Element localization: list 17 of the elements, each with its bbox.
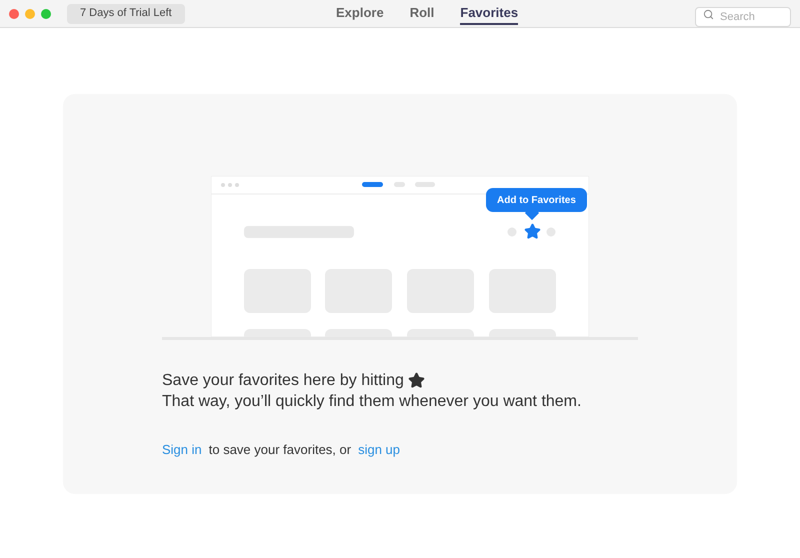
- star-icon: [408, 372, 425, 389]
- sign-up-link[interactable]: sign up: [358, 439, 400, 460]
- tooltip: Add to Favorites: [486, 188, 587, 212]
- star-icon: [524, 223, 541, 240]
- search-field[interactable]: Search: [695, 6, 791, 26]
- empty-state-text: That way, you’ll quickly find them whenever you want them.: [162, 392, 582, 412]
- minimize-icon[interactable]: [25, 8, 35, 18]
- maximize-icon[interactable]: [41, 8, 51, 18]
- sign-in-link[interactable]: Sign in: [162, 439, 202, 460]
- nav-tab[interactable]: Roll: [410, 3, 434, 25]
- close-icon[interactable]: [9, 8, 19, 18]
- nav-tab[interactable]: Favorites: [460, 3, 518, 25]
- nav-tab[interactable]: Explore: [336, 3, 384, 25]
- prompt-text: to save your favorites, or: [208, 441, 352, 459]
- empty-state-text: Save your favorites here by hitting: [162, 371, 404, 391]
- search-icon: [703, 8, 714, 20]
- trial-badge: 7 Days of Trial Left: [67, 4, 185, 24]
